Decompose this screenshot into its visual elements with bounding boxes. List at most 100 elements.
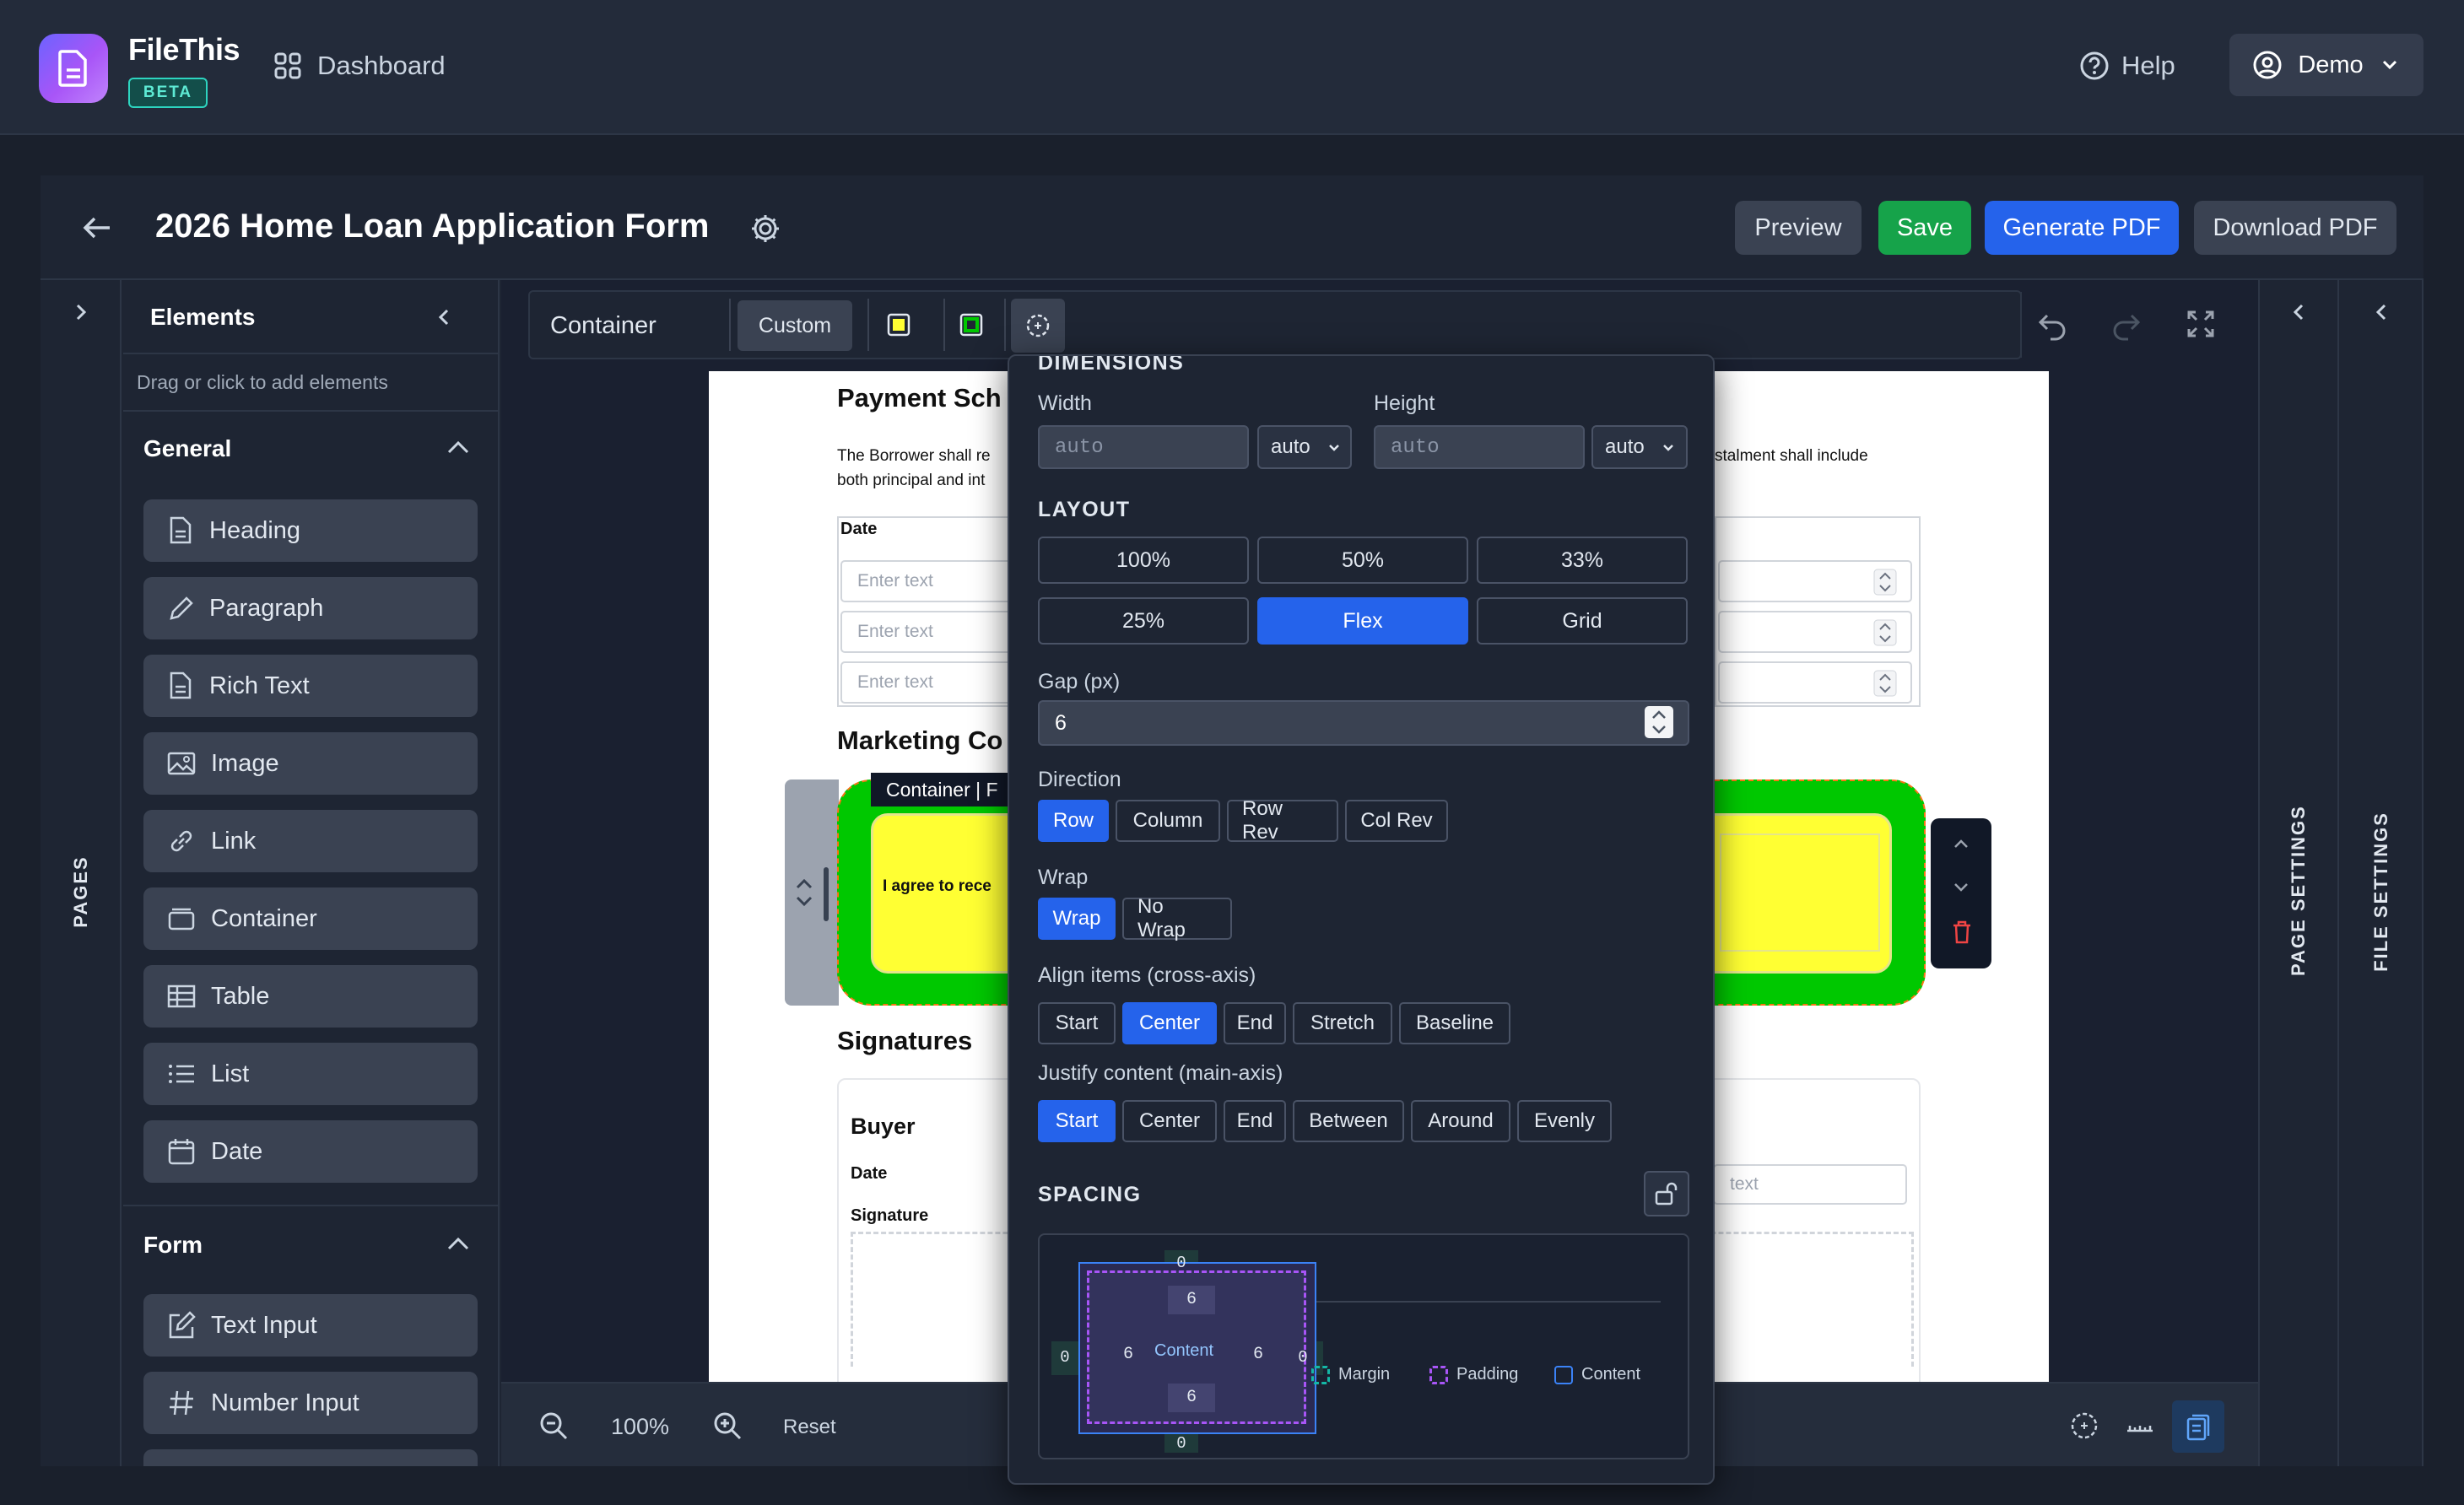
element-number-input[interactable]: Number Input — [143, 1372, 478, 1434]
element-list[interactable]: List — [143, 1043, 478, 1105]
page-settings-tab[interactable]: PAGE SETTINGS — [2288, 805, 2310, 976]
width-unit-select[interactable]: auto — [1257, 425, 1352, 469]
fullscreen-icon[interactable] — [2186, 309, 2216, 343]
spacing-lock-button[interactable] — [1644, 1171, 1689, 1216]
resize-grip[interactable] — [824, 867, 829, 921]
preview-button[interactable]: Preview — [1735, 201, 1862, 255]
section-heading-payment[interactable]: Payment Sch — [837, 383, 1002, 413]
chevron-left-icon[interactable] — [432, 305, 456, 333]
redo-icon[interactable] — [2110, 309, 2142, 345]
gear-icon[interactable] — [749, 213, 781, 249]
payment-paragraph[interactable]: The Borrower shall re — [837, 447, 991, 466]
margin-left-value[interactable]: 0 — [1055, 1348, 1075, 1367]
gap-input[interactable]: 6 — [1038, 700, 1689, 746]
direction-col-rev-button[interactable]: Col Rev — [1345, 800, 1448, 842]
align-center-button[interactable]: Center — [1122, 1002, 1217, 1044]
generate-pdf-button[interactable]: Generate PDF — [1985, 201, 2179, 255]
undo-icon[interactable] — [2037, 309, 2069, 345]
height-unit-select[interactable]: auto — [1591, 425, 1688, 469]
background-color-button[interactable] — [881, 307, 916, 343]
trash-icon[interactable] — [1951, 920, 1973, 945]
no-wrap-button[interactable]: No Wrap — [1122, 895, 1232, 941]
padding-bottom-value[interactable]: 6 — [1168, 1384, 1215, 1412]
margin-bottom-value[interactable]: 0 — [1171, 1434, 1191, 1453]
chevron-left-icon[interactable] — [2369, 300, 2393, 328]
element-paragraph[interactable]: Paragraph — [143, 577, 478, 639]
consent-text[interactable]: I agree to rece — [883, 877, 992, 896]
back-arrow-icon[interactable] — [81, 211, 115, 249]
align-stretch-button[interactable]: Stretch — [1293, 1002, 1392, 1044]
wrap-button[interactable]: Wrap — [1038, 898, 1116, 940]
height-input[interactable]: auto — [1374, 425, 1585, 469]
date-input[interactable]: Enter text — [840, 560, 1018, 602]
custom-style-button[interactable]: Custom — [738, 300, 852, 351]
stepper-icon[interactable] — [1873, 569, 1897, 600]
section-heading-signatures[interactable]: Signatures — [837, 1026, 972, 1056]
justify-evenly-button[interactable]: Evenly — [1517, 1100, 1612, 1142]
date-input[interactable]: Enter text — [840, 661, 1018, 704]
help-link[interactable]: Help — [2079, 51, 2175, 81]
layout-grid-button[interactable]: Grid — [1477, 597, 1688, 645]
align-start-button[interactable]: Start — [1038, 1002, 1116, 1044]
app-name[interactable]: FileThis — [128, 32, 240, 67]
justify-end-button[interactable]: End — [1224, 1100, 1286, 1142]
pages-tab[interactable]: PAGES — [70, 848, 92, 936]
file-settings-tab[interactable]: FILE SETTINGS — [2370, 807, 2392, 976]
direction-column-button[interactable]: Column — [1116, 800, 1220, 842]
select-area-icon[interactable] — [2069, 1411, 2099, 1445]
layout-25-button[interactable]: 25% — [1038, 597, 1249, 645]
payment-paragraph-right[interactable]: stalment shall include — [1715, 447, 1868, 466]
direction-row-rev-button[interactable]: Row Rev — [1227, 797, 1338, 844]
chevron-up-icon[interactable] — [446, 437, 471, 463]
date-input[interactable]: Enter text — [840, 611, 1018, 653]
padding-left-value[interactable]: 6 — [1116, 1345, 1141, 1364]
margin-top-value[interactable]: 0 — [1171, 1254, 1191, 1272]
direction-row-button[interactable]: Row — [1038, 800, 1109, 842]
buyer-text-input[interactable]: text — [1713, 1164, 1907, 1205]
general-section-label[interactable]: General — [143, 435, 231, 462]
justify-around-button[interactable]: Around — [1411, 1100, 1510, 1142]
justify-start-button[interactable]: Start — [1038, 1100, 1116, 1142]
drag-handle[interactable] — [785, 779, 839, 1006]
align-baseline-button[interactable]: Baseline — [1399, 1002, 1510, 1044]
chevron-up-icon[interactable] — [446, 1233, 471, 1260]
zoom-in-icon[interactable] — [712, 1411, 743, 1445]
stepper-icon[interactable] — [1644, 705, 1674, 743]
element-more[interactable] — [143, 1449, 478, 1466]
layout-100-button[interactable]: 100% — [1038, 537, 1249, 584]
element-text-input[interactable]: Text Input — [143, 1294, 478, 1357]
stepper-icon[interactable] — [1873, 619, 1897, 650]
stepper-icon[interactable] — [1873, 670, 1897, 701]
zoom-out-icon[interactable] — [538, 1411, 569, 1445]
chevron-left-icon[interactable] — [2287, 300, 2310, 328]
border-color-button[interactable] — [954, 307, 989, 343]
element-container[interactable]: Container — [143, 887, 478, 950]
download-pdf-button[interactable]: Download PDF — [2194, 201, 2396, 255]
element-date[interactable]: Date — [143, 1120, 478, 1183]
reset-zoom-button[interactable]: Reset — [783, 1416, 836, 1439]
payment-paragraph-line2[interactable]: both principal and int — [837, 472, 985, 490]
element-link[interactable]: Link — [143, 810, 478, 872]
padding-right-value[interactable]: 6 — [1246, 1345, 1271, 1364]
user-menu-button[interactable]: Demo — [2229, 34, 2423, 96]
chevron-down-icon[interactable] — [1949, 877, 1973, 898]
justify-center-button[interactable]: Center — [1122, 1100, 1217, 1142]
layout-settings-button[interactable] — [1011, 299, 1065, 353]
clipboard-button[interactable] — [2172, 1400, 2224, 1453]
form-section-label[interactable]: Form — [143, 1232, 203, 1259]
save-button[interactable]: Save — [1878, 201, 1971, 255]
element-table[interactable]: Table — [143, 965, 478, 1028]
app-logo-icon[interactable] — [39, 34, 108, 103]
layout-33-button[interactable]: 33% — [1477, 537, 1688, 584]
element-image[interactable]: Image — [143, 732, 478, 795]
width-input[interactable]: auto — [1038, 425, 1249, 469]
ruler-icon[interactable] — [2125, 1411, 2155, 1445]
justify-between-button[interactable]: Between — [1293, 1100, 1404, 1142]
element-heading[interactable]: Heading — [143, 499, 478, 562]
padding-top-value[interactable]: 6 — [1168, 1286, 1215, 1314]
layout-50-button[interactable]: 50% — [1257, 537, 1468, 584]
align-end-button[interactable]: End — [1224, 1002, 1286, 1044]
margin-right-value[interactable]: 0 — [1293, 1348, 1313, 1367]
element-rich-text[interactable]: Rich Text — [143, 655, 478, 717]
layout-flex-button[interactable]: Flex — [1257, 597, 1468, 645]
